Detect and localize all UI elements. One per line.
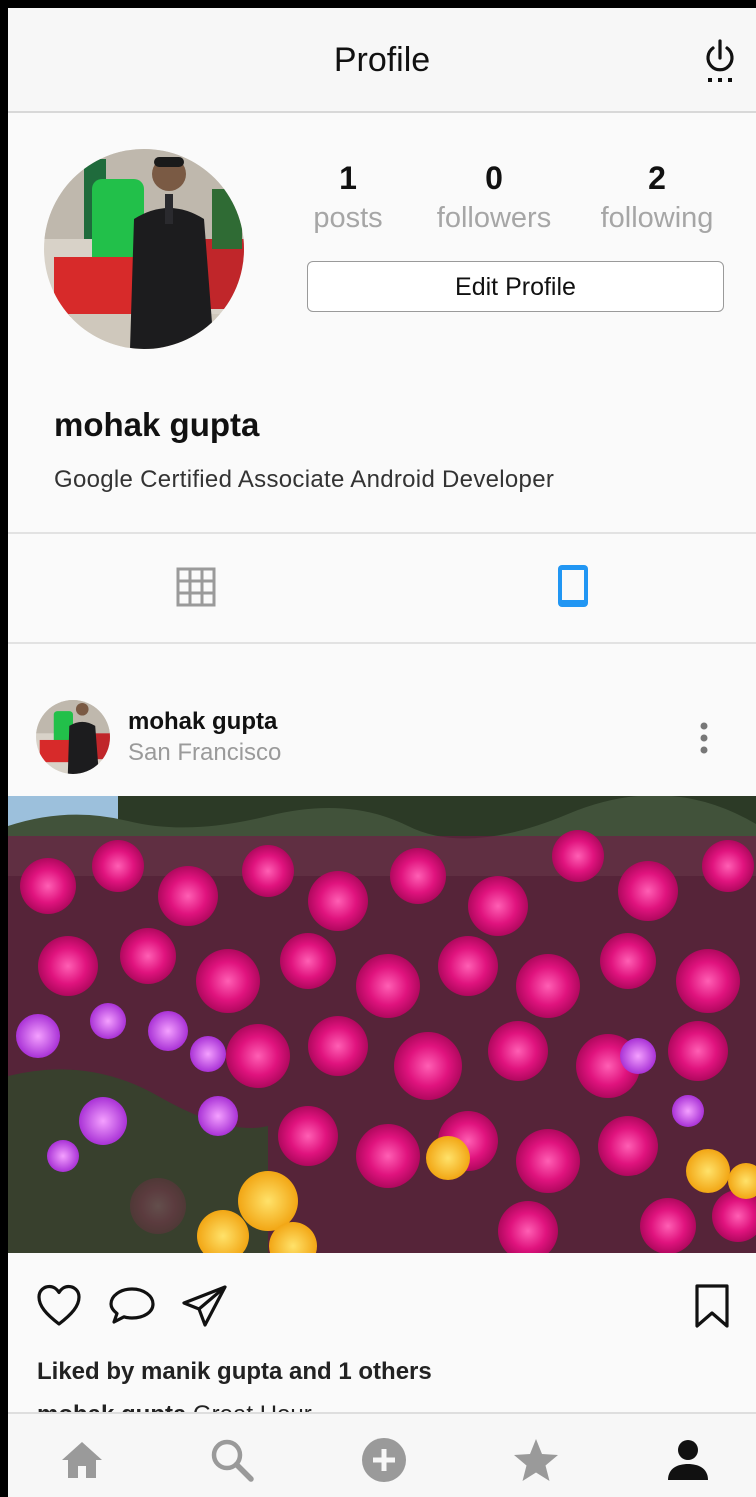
app-screen: Profile 1 posts 0 followers 2 following … <box>8 8 756 1497</box>
profile-icon <box>668 1440 708 1480</box>
posts-count: 1 <box>339 160 357 196</box>
stat-posts[interactable]: 1 posts <box>273 158 423 238</box>
heart-icon <box>37 1284 81 1326</box>
profile-stats: 1 posts 0 followers 2 following <box>306 158 736 248</box>
edit-profile-button[interactable]: Edit Profile <box>307 261 724 312</box>
tab-grid-view[interactable] <box>176 567 216 607</box>
star-icon <box>514 1439 558 1481</box>
posts-label: posts <box>313 202 383 234</box>
like-button[interactable] <box>36 1284 82 1328</box>
profile-bio: Google Certified Associate Android Devel… <box>54 466 555 493</box>
bottom-navigation <box>8 1412 756 1497</box>
share-button[interactable] <box>181 1284 229 1328</box>
nav-favorites[interactable] <box>512 1436 560 1484</box>
profile-avatar[interactable] <box>44 149 244 349</box>
save-button[interactable] <box>694 1283 730 1329</box>
post-location[interactable]: San Francisco <box>128 739 281 767</box>
followers-label: followers <box>436 202 552 234</box>
home-icon <box>62 1442 102 1478</box>
page-title: Profile <box>333 41 431 79</box>
nav-add-post[interactable] <box>360 1436 408 1484</box>
stat-followers[interactable]: 0 followers <box>419 158 569 238</box>
following-count: 2 <box>648 160 666 196</box>
send-icon <box>182 1285 227 1327</box>
following-label: following <box>600 202 714 234</box>
more-vertical-icon <box>700 722 708 754</box>
comment-button[interactable] <box>108 1285 156 1327</box>
post-author-name[interactable]: mohak gupta <box>128 708 277 736</box>
stat-following[interactable]: 2 following <box>582 158 732 238</box>
followers-count: 0 <box>485 160 503 196</box>
nav-profile[interactable] <box>664 1436 712 1484</box>
tab-feed-view[interactable] <box>556 563 590 609</box>
likes-summary[interactable]: Liked by manik gupta and 1 others <box>37 1358 432 1386</box>
nav-search[interactable] <box>208 1436 256 1484</box>
nav-home[interactable] <box>58 1436 106 1484</box>
profile-name: mohak gupta <box>54 406 260 443</box>
logout-button[interactable] <box>702 38 738 84</box>
profile-view-tabs <box>8 532 756 644</box>
comment-icon <box>109 1287 155 1324</box>
power-icon <box>706 39 734 82</box>
search-icon <box>211 1439 254 1482</box>
bookmark-icon <box>695 1284 729 1328</box>
post-image[interactable] <box>8 796 756 1253</box>
post-author-avatar[interactable] <box>36 700 110 774</box>
top-app-bar: Profile <box>8 8 756 113</box>
add-circle-icon <box>362 1438 406 1482</box>
grid-icon <box>176 567 216 607</box>
post-options-button[interactable] <box>694 720 714 756</box>
phone-feed-icon <box>558 565 588 607</box>
